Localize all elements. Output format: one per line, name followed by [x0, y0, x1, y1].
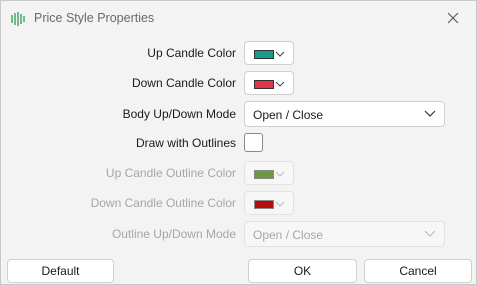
body-mode-select[interactable]: Open / Close [244, 101, 445, 127]
chevron-down-icon [275, 51, 285, 57]
down-candle-color-label: Down Candle Color [131, 76, 236, 90]
up-candle-color-picker[interactable] [244, 41, 294, 65]
chevron-down-icon [275, 171, 285, 177]
down-outline-color-label: Down Candle Outline Color [90, 196, 236, 210]
ok-button[interactable]: OK [248, 259, 357, 283]
down-outline-color-swatch [254, 200, 274, 209]
body-mode-value: Open / Close [253, 108, 324, 122]
up-candle-color-swatch [254, 50, 274, 59]
chevron-down-icon [424, 110, 436, 117]
down-candle-color-picker[interactable] [244, 71, 294, 95]
price-style-properties-dialog: Price Style Properties Up Candle Color D… [0, 0, 477, 285]
draw-outlines-label: Draw with Outlines [135, 136, 236, 150]
up-outline-color-swatch [254, 170, 274, 179]
chevron-down-icon [424, 230, 436, 237]
up-outline-color-picker[interactable] [244, 161, 294, 185]
chevron-down-icon [275, 201, 285, 207]
outline-mode-value: Open / Close [253, 228, 324, 242]
up-candle-color-label: Up Candle Color [147, 46, 236, 60]
body-mode-label: Body Up/Down Mode [122, 107, 236, 121]
up-outline-color-label: Up Candle Outline Color [105, 166, 236, 180]
title-bar[interactable]: Price Style Properties [1, 1, 476, 35]
chevron-down-icon [275, 81, 285, 87]
down-outline-color-picker[interactable] [244, 191, 294, 215]
candlestick-chart-icon [10, 11, 26, 27]
dialog-title: Price Style Properties [34, 11, 155, 25]
down-candle-color-swatch [254, 80, 274, 89]
draw-outlines-checkbox[interactable] [244, 133, 263, 152]
outline-mode-select[interactable]: Open / Close [244, 221, 445, 247]
close-icon [447, 12, 459, 24]
close-button[interactable] [440, 7, 466, 29]
outline-mode-label: Outline Up/Down Mode [111, 227, 236, 241]
cancel-button[interactable]: Cancel [364, 259, 472, 283]
default-button[interactable]: Default [7, 259, 114, 283]
